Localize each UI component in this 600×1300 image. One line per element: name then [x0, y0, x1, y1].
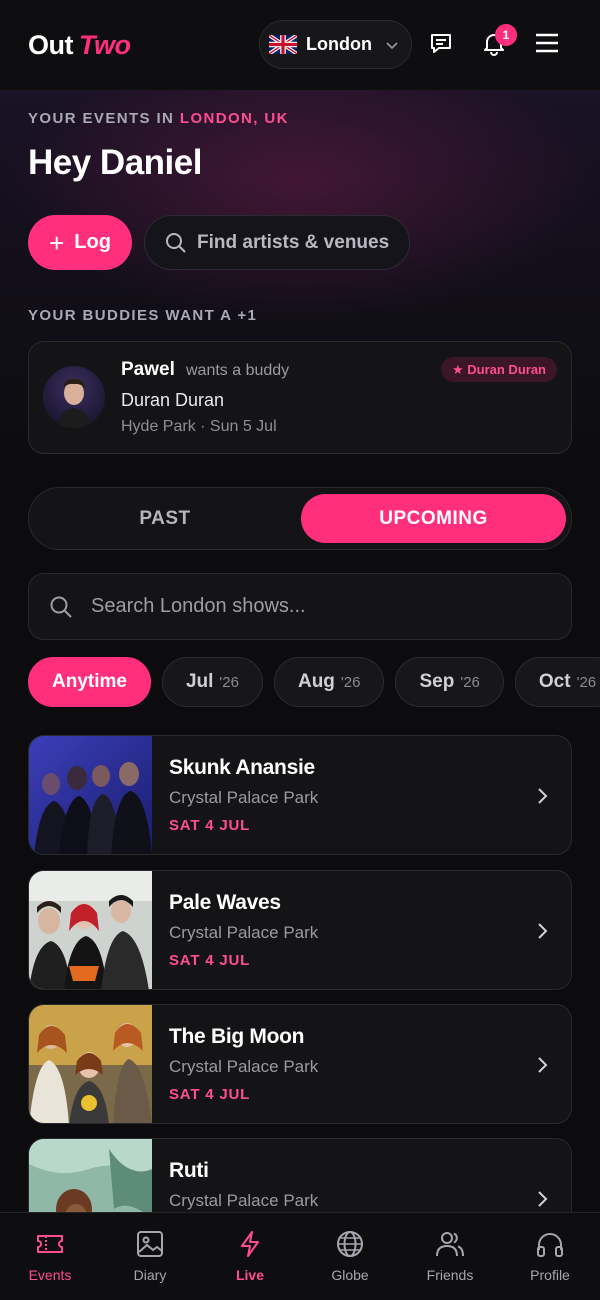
app-logo[interactable]: Out Two — [28, 30, 131, 61]
buddy-name: Pawel — [121, 359, 175, 380]
city-name: London — [306, 34, 372, 54]
chevron-right-icon — [538, 923, 548, 939]
buddy-request-card[interactable]: Pawel wants a buddy Duran Duran Hyde Par… — [28, 341, 572, 454]
find-artists-button[interactable]: Find artists & venues — [144, 215, 410, 270]
events-location-label: YOUR EVENTS IN LONDON, UK — [28, 110, 289, 127]
buddy-event-meta: Hyde Park · Sun 5 Jul — [121, 418, 277, 435]
chip-oct[interactable]: Oct '26 — [514, 657, 600, 707]
lightning-icon — [241, 1231, 259, 1257]
event-image — [29, 1005, 152, 1123]
tab-upcoming[interactable]: UPCOMING — [301, 494, 566, 543]
event-title: Ruti — [169, 1159, 209, 1182]
bottom-navigation: Events Diary Live Globe Friends Profile — [0, 1212, 600, 1300]
event-card[interactable]: Pale Waves Crystal Palace Park SAT 4 JUL — [28, 870, 572, 990]
date-filter-chips: Anytime Jul '26 Aug '26 Sep '26 Oct '26 — [28, 657, 600, 707]
notifications-button[interactable]: 1 — [479, 24, 517, 58]
chip-anytime[interactable]: Anytime — [28, 657, 151, 707]
event-image — [29, 871, 152, 989]
chevron-down-icon — [386, 41, 398, 49]
headphones-icon — [537, 1233, 563, 1257]
event-venue: Crystal Palace Park — [169, 1191, 319, 1210]
nav-diary[interactable]: Diary — [100, 1213, 200, 1300]
image-icon — [137, 1231, 163, 1257]
chat-icon — [431, 34, 451, 53]
chip-aug[interactable]: Aug '26 — [273, 657, 385, 707]
users-icon — [436, 1232, 464, 1257]
buddy-artist: Duran Duran — [121, 390, 225, 410]
greeting-heading: Hey Daniel — [28, 143, 202, 182]
chevron-right-icon — [538, 788, 548, 804]
log-button[interactable]: + Log — [28, 215, 132, 270]
city-selector[interactable]: London — [259, 20, 412, 69]
event-date: SAT 4 JUL — [169, 952, 251, 969]
event-title: Pale Waves — [169, 891, 281, 914]
nav-friends[interactable]: Friends — [400, 1213, 500, 1300]
event-venue: Crystal Palace Park — [169, 923, 319, 942]
globe-icon — [337, 1231, 363, 1257]
location-link[interactable]: LONDON, UK — [180, 110, 289, 127]
event-date: SAT 4 JUL — [169, 1086, 251, 1103]
event-date: SAT 4 JUL — [169, 817, 251, 834]
hamburger-menu-icon — [536, 33, 558, 53]
chip-jul[interactable]: Jul '26 — [161, 657, 263, 707]
menu-button[interactable] — [532, 28, 562, 58]
event-card[interactable]: The Big Moon Crystal Palace Park SAT 4 J… — [28, 1004, 572, 1124]
chevron-right-icon — [538, 1191, 548, 1207]
event-image — [29, 736, 152, 854]
buddies-section-label: YOUR BUDDIES WANT A +1 — [28, 307, 258, 324]
avatar — [43, 366, 105, 428]
app-header: Out Two London 1 — [0, 0, 600, 90]
chevron-right-icon — [538, 1057, 548, 1073]
uk-flag-icon — [269, 35, 297, 54]
notification-badge: 1 — [495, 24, 517, 46]
nav-events[interactable]: Events — [0, 1213, 100, 1300]
event-title: The Big Moon — [169, 1025, 305, 1048]
event-venue: Crystal Palace Park — [169, 1057, 319, 1076]
chip-sep[interactable]: Sep '26 — [395, 657, 504, 707]
search-shows-input[interactable]: Search London shows... — [28, 573, 572, 640]
past-upcoming-toggle: PAST UPCOMING — [28, 487, 572, 550]
ticket-icon — [37, 1235, 63, 1253]
search-icon — [50, 596, 72, 618]
nav-profile[interactable]: Profile — [500, 1213, 600, 1300]
artist-tag-badge: ★ Duran Duran — [441, 357, 557, 382]
event-venue: Crystal Palace Park — [169, 788, 319, 807]
messages-button[interactable] — [426, 28, 456, 58]
nav-live[interactable]: Live — [200, 1213, 300, 1300]
event-title: Skunk Anansie — [169, 756, 315, 779]
tab-past[interactable]: PAST — [29, 488, 301, 549]
event-card[interactable]: Skunk Anansie Crystal Palace Park SAT 4 … — [28, 735, 572, 855]
search-icon — [166, 232, 186, 253]
nav-globe[interactable]: Globe — [300, 1213, 400, 1300]
plus-icon: + — [49, 227, 65, 258]
buddy-status: wants a buddy — [186, 362, 290, 379]
